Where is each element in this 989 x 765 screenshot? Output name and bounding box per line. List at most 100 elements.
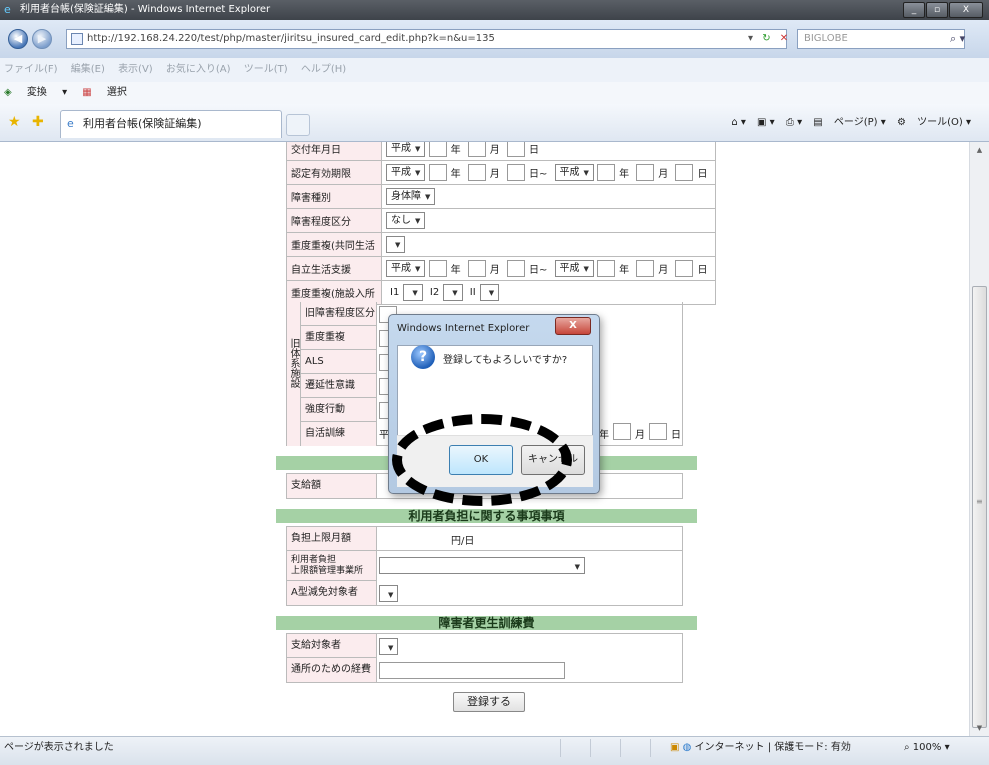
- page-menu[interactable]: ▤ ページ(P) ▾: [813, 117, 885, 128]
- day-field[interactable]: [649, 423, 667, 440]
- feeds-icon[interactable]: ▣ ▾: [757, 117, 775, 128]
- day-unit: 日: [671, 430, 681, 441]
- convert-icon: ◈: [4, 87, 12, 98]
- day-field[interactable]: [506, 260, 525, 277]
- address-input[interactable]: http://192.168.24.220/test/php/master/ji…: [66, 29, 787, 49]
- disability-type-select[interactable]: 身体障 ▼: [386, 188, 436, 205]
- home-icon[interactable]: ⌂ ▾: [731, 117, 746, 128]
- dialog-message: 登録してもよろしいですか?: [443, 355, 568, 366]
- commute-field[interactable]: [379, 662, 565, 679]
- menu-tools[interactable]: ツール(T): [244, 64, 288, 75]
- year-field[interactable]: [428, 142, 447, 157]
- dialog-close-button[interactable]: X: [555, 317, 591, 335]
- menu-bar: ファイル(F) 編集(E) 表示(V) お気に入り(A) ツール(T) ヘルプ(…: [0, 58, 989, 82]
- question-icon: ?: [411, 345, 435, 369]
- i1-select[interactable]: ▼: [403, 284, 423, 301]
- select-button[interactable]: ▦ 選択: [82, 87, 139, 98]
- month-field[interactable]: [467, 260, 486, 277]
- tab-active[interactable]: e 利用者台帳(保険証編集): [60, 110, 282, 138]
- vertical-scrollbar[interactable]: ▲ ≡ ▼: [969, 142, 989, 736]
- stop-icon[interactable]: ✕: [780, 33, 788, 44]
- row-label: 自立生活支援: [286, 256, 382, 281]
- chevron-down-icon: ▼: [488, 289, 495, 297]
- search-input[interactable]: BIGLOBE: [797, 29, 965, 49]
- year-field[interactable]: [428, 260, 447, 277]
- severe-group-select[interactable]: ▼: [386, 236, 406, 253]
- year-field[interactable]: [597, 164, 616, 181]
- forward-button[interactable]: ▶: [32, 29, 52, 49]
- row-label: 認定有効期限: [286, 160, 382, 185]
- menu-view[interactable]: 表示(V): [118, 64, 153, 75]
- era-select-end[interactable]: 平成 ▼: [554, 164, 594, 181]
- year-field[interactable]: [597, 260, 616, 277]
- chevron-down-icon: ▼: [388, 591, 394, 599]
- minimize-button[interactable]: _: [903, 2, 925, 18]
- row-label: 重度重複(共同生活: [286, 232, 382, 257]
- month-field[interactable]: [613, 423, 631, 440]
- ii-select[interactable]: ▼: [479, 284, 500, 301]
- table-row: 重度重複(施設入所 I1 ▼ I2 ▼ II ▼: [286, 280, 717, 305]
- scroll-down-arrow-icon[interactable]: ▼: [970, 720, 989, 736]
- zoom-control[interactable]: ⌕ 100% ▾: [904, 737, 950, 759]
- rehab-target-select[interactable]: ▼: [379, 638, 399, 655]
- day-field[interactable]: [506, 142, 525, 157]
- day-field[interactable]: [675, 164, 694, 181]
- link-bar: ◈ 変換 ▾ ▦ 選択: [0, 82, 989, 104]
- era-select[interactable]: 平成 ▼: [386, 142, 426, 157]
- insurance-form-table: 交付年月日 平成 ▼ 年 月 日 認定有効期限 平成 ▼ 年 月 日~ 平成 ▼ 年 …: [286, 142, 717, 305]
- burden-manager-select[interactable]: ▼: [379, 557, 585, 574]
- burden-manager-label: 利用者負担 上限額管理事業所: [287, 551, 377, 581]
- reduction-label: A型減免対象者: [287, 581, 377, 605]
- new-tab-button[interactable]: [286, 114, 310, 136]
- commute-label: 通所のための経費: [287, 658, 377, 682]
- month-field[interactable]: [467, 142, 486, 157]
- menu-edit[interactable]: 編集(E): [71, 64, 105, 75]
- i2-select[interactable]: ▼: [443, 284, 463, 301]
- register-button[interactable]: 登録する: [453, 692, 525, 712]
- favorites-star-icon[interactable]: ★: [8, 115, 21, 129]
- chevron-down-icon: ▼: [415, 169, 421, 177]
- menu-help[interactable]: ヘルプ(H): [301, 64, 346, 75]
- back-button[interactable]: ◀: [8, 29, 28, 49]
- table-row: 自立生活支援 平成 ▼ 年 月 日~ 平成 ▼ 年 月 日: [286, 256, 717, 281]
- era-select[interactable]: 平成 ▼: [386, 260, 426, 277]
- menu-favorites[interactable]: お気に入り(A): [166, 64, 231, 75]
- reduction-select[interactable]: ▼: [379, 585, 399, 602]
- month-field[interactable]: [636, 164, 655, 181]
- scroll-thumb[interactable]: ≡: [972, 286, 987, 728]
- cancel-button[interactable]: キャンセル: [521, 445, 585, 475]
- chevron-down-icon: ▼: [583, 265, 589, 273]
- chevron-down-icon: ▼: [388, 644, 394, 652]
- command-bar: ⌂ ▾ ▣ ▾ ⎙ ▾ ▤ ページ(P) ▾ ⚙ ツール(O) ▾: [723, 115, 971, 131]
- shield-icon: ▣: [670, 742, 680, 753]
- tools-menu[interactable]: ⚙ ツール(O) ▾: [897, 117, 971, 128]
- status-bar: ページが表示されました ▣ ◍ インターネット | 保護モード: 有効 ⌕ 10…: [0, 736, 989, 765]
- month-field[interactable]: [467, 164, 486, 181]
- tab-bar: ★ ✚ e 利用者台帳(保険証編集) ⌂ ▾ ▣ ▾ ⎙ ▾ ▤ ページ(P) …: [0, 104, 989, 142]
- status-separator: [650, 739, 651, 757]
- ok-button[interactable]: OK: [449, 445, 513, 475]
- row-label: ALS: [301, 350, 377, 374]
- year-field[interactable]: [428, 164, 447, 181]
- day-field[interactable]: [506, 164, 525, 181]
- convert-button[interactable]: ◈ 変換 ▾: [4, 87, 67, 98]
- maximize-button[interactable]: ▫: [926, 2, 948, 18]
- day-field[interactable]: [675, 260, 694, 277]
- disability-level-select[interactable]: なし ▼: [386, 212, 426, 229]
- era-select-end[interactable]: 平成 ▼: [554, 260, 594, 277]
- security-zone-text: インターネット | 保護モード: 有効: [694, 742, 851, 753]
- chevron-down-icon: ▼: [395, 241, 401, 249]
- security-zone[interactable]: ▣ ◍ インターネット | 保護モード: 有効: [670, 737, 851, 759]
- refresh-icon[interactable]: ↻: [762, 33, 770, 44]
- search-icon[interactable]: ⌕ ▾: [950, 29, 982, 49]
- dropdown-arrow-icon[interactable]: ▾: [748, 33, 753, 44]
- rehab-table: 支給対象者 ▼ 通所のための経費: [286, 633, 683, 683]
- print-icon[interactable]: ⎙ ▾: [786, 117, 802, 128]
- era-select[interactable]: 平成 ▼: [386, 164, 426, 181]
- ie-logo-icon: e: [4, 3, 11, 16]
- close-window-button[interactable]: X: [949, 2, 983, 18]
- menu-file[interactable]: ファイル(F): [4, 64, 58, 75]
- scroll-up-arrow-icon[interactable]: ▲: [970, 142, 989, 158]
- month-field[interactable]: [636, 260, 655, 277]
- add-favorites-icon[interactable]: ✚: [32, 115, 44, 129]
